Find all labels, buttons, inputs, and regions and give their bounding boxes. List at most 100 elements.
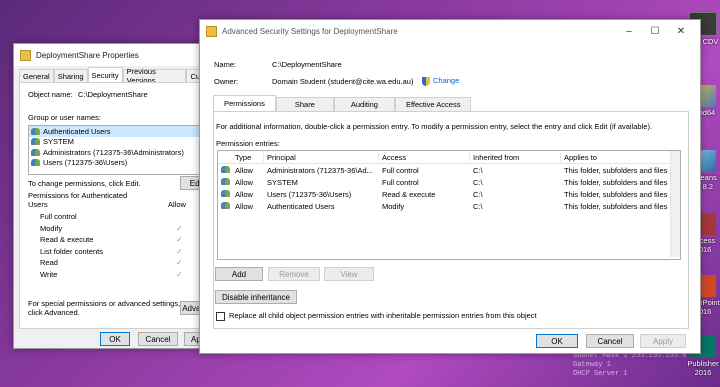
desktop-info-line: DHCP Server 1 [573, 370, 628, 378]
table-row[interactable]: Allow Users (712375-36\Users) Read & exe… [218, 188, 680, 200]
permission-entries-table[interactable]: Type Principal Access Inherited from App… [217, 150, 681, 260]
table-row[interactable]: Allow Administrators (712375-36\Ad... Fu… [218, 164, 680, 176]
table-row: Read & execute ✓ [28, 234, 212, 246]
row-inherited: C:\ [473, 165, 483, 175]
list-item[interactable]: Users (712375-36\Users) [29, 158, 213, 169]
minimize-icon[interactable]: – [616, 20, 642, 42]
permissions-table: Full control Modify ✓ Read & execute ✓ Lis… [28, 211, 212, 287]
window-title: DeploymentShare Properties [36, 50, 139, 60]
table-row[interactable]: Allow Authenticated Users Modify C:\ Thi… [218, 200, 680, 212]
check-icon: ✓ [176, 235, 183, 245]
change-hint: To change permissions, click Edit. [28, 179, 141, 188]
row-applies: This folder, subfolders and files [564, 189, 668, 199]
row-type: Allow [235, 177, 253, 187]
tab-security[interactable]: Security [87, 67, 123, 82]
list-item-label: Users (712375-36\Users) [43, 158, 128, 168]
table-row: Full control [28, 211, 212, 223]
permission-label: Read & execute [40, 235, 94, 245]
list-item[interactable]: Administrators (712375-36\Administrators… [29, 147, 213, 158]
row-principal: Authenticated Users [267, 201, 335, 211]
row-access: Full control [382, 177, 419, 187]
table-row: List folder contents ✓ [28, 246, 212, 258]
cancel-button[interactable]: Cancel [586, 334, 634, 348]
users-icon [221, 189, 230, 197]
group-label: Group or user names: [28, 113, 101, 122]
desktop-icon-label: Publisher 2016 [687, 359, 719, 377]
list-item[interactable]: SYSTEM [29, 137, 213, 148]
change-link-label: Change [433, 76, 460, 85]
users-icon [221, 165, 230, 173]
column-header[interactable]: Inherited from [470, 152, 561, 162]
row-principal: Administrators (712375-36\Ad... [267, 165, 373, 175]
row-principal: Users (712375-36\Users) [267, 189, 352, 199]
maximize-icon[interactable]: ☐ [642, 20, 668, 42]
object-name-label: Object name: [28, 90, 73, 99]
change-owner-link[interactable]: Change [422, 76, 459, 86]
ok-button[interactable]: OK [100, 332, 130, 346]
table-row: Write ✓ [28, 269, 212, 281]
users-icon [31, 148, 40, 156]
owner-value: Domain Student (student@cite.wa.edu.au) [272, 77, 414, 86]
user-list[interactable]: Authenticated Users SYSTEM Administrator… [28, 125, 214, 175]
users-icon [221, 201, 230, 209]
tab-general[interactable]: General [19, 69, 54, 82]
check-icon: ✓ [176, 269, 183, 279]
users-icon [221, 177, 230, 185]
list-item-label: Administrators (712375-36\Administrators… [43, 147, 184, 157]
advanced-tabs: Permissions Share Auditing Effective Acc… [213, 95, 472, 111]
permission-label: Full control [40, 212, 77, 222]
object-name-value: C:\DeploymentShare [78, 90, 148, 99]
folder-icon [20, 49, 31, 61]
tab-share[interactable]: Share [275, 97, 334, 111]
scrollbar[interactable] [670, 151, 680, 257]
row-type: Allow [235, 165, 253, 175]
entries-label: Permission entries: [216, 139, 280, 148]
replace-child-checkbox[interactable]: Replace all child object permission entr… [216, 311, 537, 321]
window-title: Advanced Security Settings for Deploymen… [222, 26, 398, 36]
column-header[interactable]: Principal [264, 152, 379, 162]
close-icon[interactable]: ✕ [668, 20, 694, 42]
permission-label: Modify [40, 223, 63, 233]
remove-button[interactable]: Remove [268, 267, 320, 281]
tab-permissions[interactable]: Permissions [213, 95, 276, 111]
row-principal: SYSTEM [267, 177, 298, 187]
column-header[interactable]: Type [232, 152, 264, 162]
column-header[interactable]: Access [379, 152, 470, 162]
list-item[interactable]: Authenticated Users [29, 126, 213, 137]
properties-titlebar[interactable]: DeploymentShare Properties [14, 44, 222, 66]
ok-button[interactable]: OK [536, 334, 578, 348]
row-type: Allow [235, 201, 253, 211]
tab-effective-access[interactable]: Effective Access [394, 97, 472, 111]
shield-icon [422, 76, 430, 86]
tab-auditing[interactable]: Auditing [333, 97, 395, 111]
owner-label: Owner: [214, 77, 239, 86]
check-icon: ✓ [176, 258, 183, 268]
apply-button[interactable]: Apply [640, 334, 686, 348]
cancel-button[interactable]: Cancel [138, 332, 178, 346]
permissions-for-label-user: Users [28, 200, 48, 209]
permissions-pane: For additional information, double-click… [213, 111, 689, 329]
special-hint-2: click Advanced. [28, 308, 80, 317]
permissions-for-label: Permissions for Authenticated [28, 191, 128, 200]
row-applies: This folder, subfolders and files [564, 177, 668, 187]
advanced-titlebar[interactable]: Advanced Security Settings for Deploymen… [200, 20, 700, 42]
users-icon [31, 138, 40, 146]
column-header[interactable]: Applies to [561, 152, 679, 162]
view-button[interactable]: View [324, 267, 374, 281]
list-item-label: SYSTEM [43, 137, 74, 147]
add-button[interactable]: Add [215, 267, 263, 281]
permission-label: Write [40, 269, 58, 279]
row-inherited: C:\ [473, 189, 483, 199]
disable-inheritance-button[interactable]: Disable inheritance [215, 290, 297, 304]
advanced-security-window: Advanced Security Settings for Deploymen… [199, 19, 701, 354]
users-icon [31, 127, 40, 135]
tab-sharing[interactable]: Sharing [53, 69, 88, 82]
row-access: Modify [382, 201, 405, 211]
table-row: Modify ✓ [28, 223, 212, 235]
security-pane: Object name: C:\DeploymentShare Group or… [19, 82, 220, 329]
table-row[interactable]: Allow SYSTEM Full control C:\ This folde… [218, 176, 680, 188]
checkbox[interactable] [216, 311, 225, 321]
properties-window: DeploymentShare Properties General Shari… [13, 43, 223, 349]
info-text: For additional information, double-click… [216, 122, 653, 131]
tab-previous-versions[interactable]: Previous Versions [122, 67, 187, 85]
